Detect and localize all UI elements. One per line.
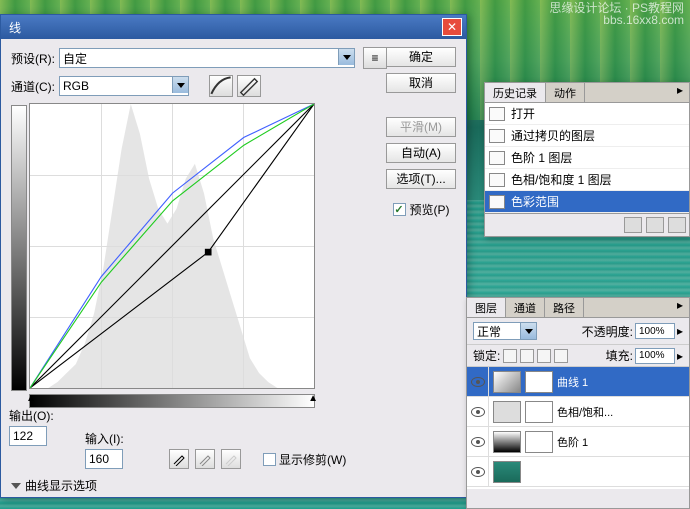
layer-thumbnail[interactable]	[493, 371, 521, 393]
eye-icon	[471, 467, 485, 477]
show-clipping-label: 显示修剪(W)	[279, 451, 346, 468]
tab-paths[interactable]: 路径	[545, 298, 584, 317]
visibility-toggle[interactable]	[467, 367, 489, 396]
layer-thumbnail[interactable]	[493, 461, 521, 483]
tab-channels[interactable]: 通道	[506, 298, 545, 317]
ok-button[interactable]: 确定	[386, 47, 456, 67]
cancel-button[interactable]: 取消	[386, 73, 456, 93]
opacity-field[interactable]	[635, 323, 675, 339]
layer-mask-thumbnail[interactable]	[525, 371, 553, 393]
history-step-icon	[489, 151, 505, 165]
show-clipping-checkbox[interactable]	[263, 453, 276, 466]
layer-mask-thumbnail[interactable]	[525, 431, 553, 453]
tab-actions[interactable]: 动作	[546, 83, 585, 102]
lock-position-icon[interactable]	[537, 349, 551, 363]
chevron-down-icon[interactable]	[172, 77, 188, 93]
history-item-label: 打开	[511, 105, 535, 122]
layer-mask-thumbnail[interactable]	[525, 401, 553, 423]
channel-select[interactable]	[59, 76, 189, 96]
lock-transparency-icon[interactable]	[503, 349, 517, 363]
history-step-icon	[489, 129, 505, 143]
output-field[interactable]	[9, 426, 47, 446]
fill-label: 填充:	[606, 347, 633, 364]
watermark-top: 思缘设计论坛 · PS教程网 bbs.16xx8.com	[549, 2, 684, 26]
channel-label: 通道(C):	[11, 78, 55, 95]
input-label: 输入(I):	[85, 430, 124, 447]
lock-paint-icon[interactable]	[520, 349, 534, 363]
trash-icon[interactable]	[668, 217, 686, 233]
history-item[interactable]: 打开	[485, 103, 689, 125]
curve-editor[interactable]	[29, 103, 315, 389]
opacity-label: 不透明度:	[582, 323, 633, 340]
preview-label: 预览(P)	[410, 201, 450, 218]
preset-label: 预设(R):	[11, 50, 55, 67]
dialog-titlebar[interactable]: 线 ✕	[1, 15, 466, 39]
layer-name-label: 曲线 1	[557, 374, 588, 390]
options-button[interactable]: 选项(T)...	[386, 169, 456, 189]
history-step-icon	[489, 107, 505, 121]
point-curve-tool[interactable]	[209, 75, 233, 97]
curve-lines	[30, 104, 314, 388]
layer-name-label: 色相/饱和...	[557, 404, 613, 420]
history-item[interactable]: 色彩范围	[485, 191, 689, 213]
input-field[interactable]	[85, 449, 123, 469]
panel-menu-icon[interactable]: ▸	[671, 83, 689, 102]
history-item-label: 通过拷贝的图层	[511, 127, 595, 144]
layer-row[interactable]: 色相/饱和...	[467, 397, 689, 427]
black-point-eyedropper[interactable]	[169, 449, 189, 469]
eye-icon	[471, 407, 485, 417]
visibility-toggle[interactable]	[467, 457, 489, 486]
history-item[interactable]: 色阶 1 图层	[485, 147, 689, 169]
eye-icon	[471, 437, 485, 447]
layer-name-label: 色阶 1	[557, 434, 588, 450]
pencil-curve-tool[interactable]	[237, 75, 261, 97]
create-document-icon[interactable]	[624, 217, 642, 233]
history-step-icon	[489, 173, 505, 187]
white-point-eyedropper[interactable]	[221, 449, 241, 469]
tab-history[interactable]: 历史记录	[485, 83, 546, 102]
layer-thumbnail[interactable]	[493, 431, 521, 453]
curves-dialog: 线 ✕ 预设(R): ≡ 通道(C):	[0, 14, 467, 498]
history-item[interactable]: 通过拷贝的图层	[485, 125, 689, 147]
layer-row[interactable]: 曲线 1	[467, 367, 689, 397]
layer-row[interactable]	[467, 457, 689, 487]
eye-icon	[471, 377, 485, 387]
display-options-toggle[interactable]: 曲线显示选项	[25, 477, 97, 494]
layer-thumbnail[interactable]	[493, 401, 521, 423]
layers-panel: 图层 通道 路径 ▸ 不透明度: ▸ 锁定: 填充: ▸ 曲线 1 色相/饱和..…	[466, 297, 690, 509]
layer-row[interactable]: 色阶 1	[467, 427, 689, 457]
visibility-toggle[interactable]	[467, 397, 489, 426]
tab-layers[interactable]: 图层	[467, 298, 506, 317]
chevron-down-icon[interactable]	[11, 483, 21, 489]
smooth-button[interactable]: 平滑(M)	[386, 117, 456, 137]
output-label: 输出(O):	[9, 407, 54, 424]
preset-select[interactable]	[59, 48, 355, 68]
history-item-label: 色阶 1 图层	[511, 149, 572, 166]
chevron-right-icon[interactable]: ▸	[677, 324, 683, 338]
visibility-toggle[interactable]	[467, 427, 489, 456]
chevron-down-icon[interactable]	[338, 49, 354, 65]
chevron-down-icon[interactable]	[520, 323, 536, 339]
fill-field[interactable]	[635, 348, 675, 364]
history-item-label: 色彩范围	[511, 193, 559, 210]
preview-checkbox[interactable]	[393, 203, 406, 216]
input-gradient: ▲ ▲	[29, 394, 315, 408]
close-button[interactable]: ✕	[442, 18, 462, 36]
new-snapshot-icon[interactable]	[646, 217, 664, 233]
lock-all-icon[interactable]	[554, 349, 568, 363]
output-gradient	[11, 105, 27, 391]
dialog-title: 线	[9, 19, 21, 36]
history-item-label: 色相/饱和度 1 图层	[511, 171, 612, 188]
gray-point-eyedropper[interactable]	[195, 449, 215, 469]
preset-menu-button[interactable]: ≡	[363, 47, 387, 69]
panel-menu-icon[interactable]: ▸	[671, 298, 689, 317]
lock-label: 锁定:	[473, 347, 500, 364]
chevron-right-icon[interactable]: ▸	[677, 349, 683, 363]
auto-button[interactable]: 自动(A)	[386, 143, 456, 163]
history-step-icon	[489, 195, 505, 209]
history-item[interactable]: 色相/饱和度 1 图层	[485, 169, 689, 191]
history-panel: 历史记录 动作 ▸ 打开通过拷贝的图层色阶 1 图层色相/饱和度 1 图层色彩范…	[484, 82, 690, 237]
